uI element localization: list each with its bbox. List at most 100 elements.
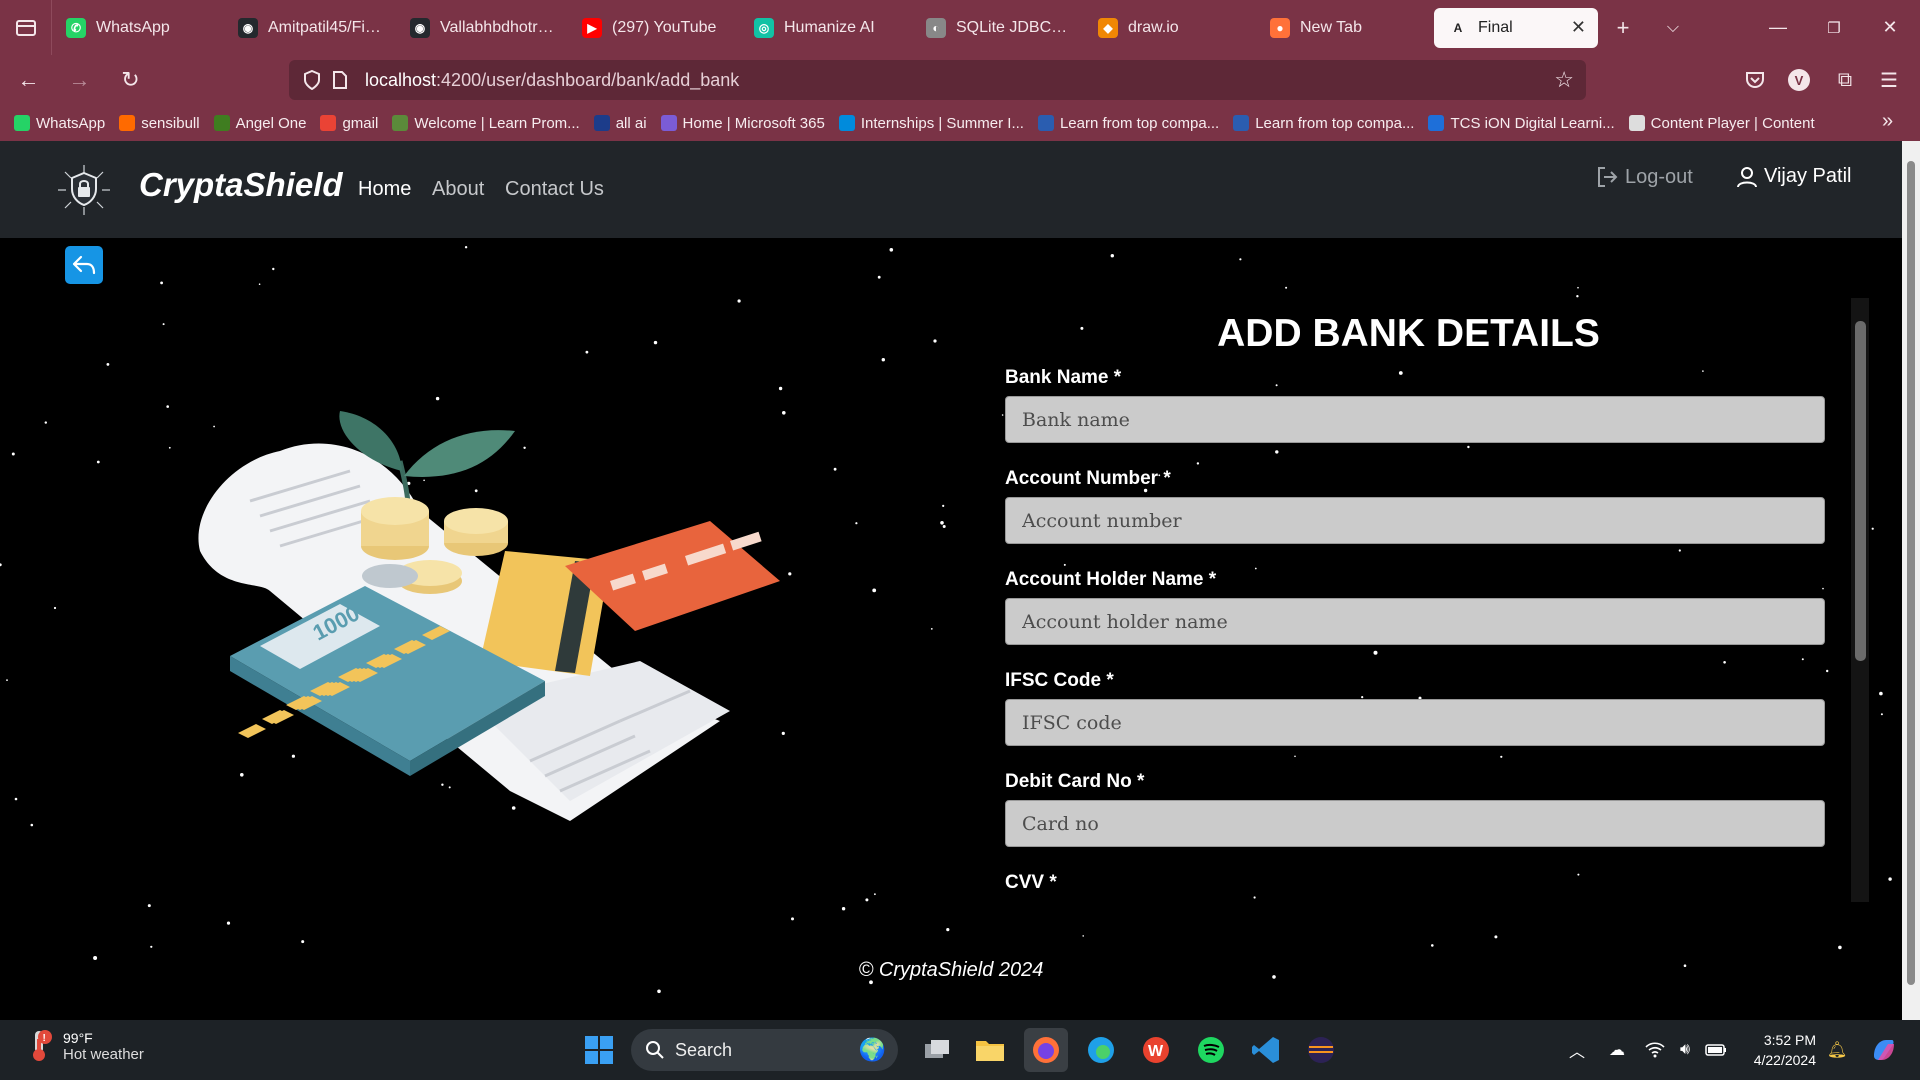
bookmark-item[interactable]: WhatsApp xyxy=(14,115,105,132)
bookmark-item[interactable]: TCS iON Digital Learni... xyxy=(1428,115,1615,132)
star xyxy=(889,248,894,252)
star xyxy=(1838,945,1842,950)
wps-office-icon[interactable]: W xyxy=(1134,1028,1178,1072)
browser-tab[interactable]: ◉ Vallabhbdhotre/F xyxy=(396,8,568,48)
browser-tab[interactable]: ● New Tab xyxy=(1256,8,1428,48)
extensions-icon[interactable]: ⧉ xyxy=(1823,55,1867,105)
browser-tab[interactable]: ◐ SQLite JDBC Drive xyxy=(912,8,1084,48)
page-scrollbar-thumb[interactable] xyxy=(1907,161,1915,985)
field-label: CVV * xyxy=(1005,872,1057,893)
form-input-field[interactable] xyxy=(1005,699,1825,746)
reply-arrow-icon xyxy=(72,255,96,275)
form-input-field[interactable] xyxy=(1005,800,1825,847)
vscode-icon[interactable] xyxy=(1244,1028,1288,1072)
bookmark-item[interactable]: Learn from top compa... xyxy=(1233,115,1414,132)
edge-icon[interactable] xyxy=(1079,1028,1123,1072)
task-view-icon[interactable] xyxy=(915,1028,959,1072)
star xyxy=(585,350,589,354)
close-tab-icon[interactable]: ✕ xyxy=(1571,17,1586,38)
onedrive-icon[interactable]: ☁ xyxy=(1602,1020,1632,1080)
browser-tab[interactable]: ◎ Humanize AI xyxy=(740,8,912,48)
copilot-icon[interactable] xyxy=(1866,1020,1902,1080)
battery-icon[interactable] xyxy=(1701,1020,1731,1080)
spotify-icon[interactable] xyxy=(1189,1028,1233,1072)
file-explorer-icon[interactable] xyxy=(968,1028,1012,1072)
bookmark-item[interactable]: Welcome | Learn Prom... xyxy=(392,115,580,132)
tab-list-button[interactable] xyxy=(0,0,52,55)
system-clock[interactable]: 3:52 PM 4/22/2024 xyxy=(1742,1030,1816,1070)
nav-home-link[interactable]: Home xyxy=(358,178,411,201)
bookmark-item[interactable]: Home | Microsoft 365 xyxy=(660,114,825,132)
close-window-button[interactable]: ✕ xyxy=(1862,0,1918,55)
pocket-icon[interactable] xyxy=(1733,55,1777,105)
weather-widget[interactable]: ! 99°F Hot weather xyxy=(25,1029,144,1063)
new-tab-button[interactable]: + xyxy=(1598,0,1648,55)
notification-bell-icon[interactable]: 🔔︎ xyxy=(1822,1020,1852,1080)
user-profile-button[interactable]: Vijay Patil xyxy=(1736,165,1851,188)
tab-list-icon xyxy=(15,19,36,36)
tab-label: (297) YouTube xyxy=(612,18,717,36)
minimize-button[interactable]: — xyxy=(1750,0,1806,55)
footer-copyright: © CryptaShield 2024 xyxy=(858,959,1044,981)
account-avatar-icon[interactable]: V xyxy=(1777,55,1821,105)
bookmark-favicon-icon xyxy=(1628,115,1645,131)
brand-name[interactable]: CryptaShield xyxy=(139,166,343,204)
restore-button[interactable]: ❐ xyxy=(1806,0,1862,55)
nav-about-link[interactable]: About xyxy=(432,178,484,201)
star xyxy=(881,358,885,362)
taskbar-search[interactable]: Search 🌍 xyxy=(631,1029,898,1071)
forward-icon[interactable]: → xyxy=(57,58,102,103)
form-input-field[interactable] xyxy=(1005,598,1825,645)
tab-label: draw.io xyxy=(1128,18,1179,36)
form-input-field[interactable] xyxy=(1005,396,1825,443)
bookmark-item[interactable]: all ai xyxy=(593,114,647,132)
bookmark-label: Home | Microsoft 365 xyxy=(682,114,825,132)
bookmark-item[interactable]: Angel One xyxy=(213,115,306,132)
form-scrollbar-thumb[interactable] xyxy=(1855,321,1866,661)
browser-tab-bar: ✆ WhatsApp ◉ Amitpatil45/Final ◉ Vallabhbdhot… xyxy=(0,0,1920,55)
bookmark-label: all ai xyxy=(615,114,647,132)
browser-tab[interactable]: ✆ WhatsApp xyxy=(52,8,224,48)
bookmark-item[interactable]: Learn from top compa... xyxy=(1037,115,1219,132)
tab-active[interactable]: A Final ✕ xyxy=(1434,7,1598,48)
star xyxy=(258,283,261,285)
tab-label: Amitpatil45/Final xyxy=(268,18,382,36)
more-bookmarks-chevron-icon[interactable]: » xyxy=(1882,110,1893,133)
bookmark-item[interactable]: Internships | Summer I... xyxy=(838,115,1024,132)
firefox-taskbar-icon[interactable] xyxy=(1024,1028,1068,1072)
logout-button[interactable]: Log-out xyxy=(1595,165,1693,189)
menu-hamburger-icon[interactable]: ☰ xyxy=(1867,55,1911,105)
bookmark-item[interactable]: sensibull xyxy=(119,115,200,132)
nav-contact-link[interactable]: Contact Us xyxy=(505,178,604,201)
bookmark-item[interactable]: Content Player | Content xyxy=(1628,114,1815,132)
tab-favicon-icon: ◐ xyxy=(926,17,946,38)
field-label: Account Holder Name * xyxy=(1005,569,1217,590)
windows-start-icon[interactable] xyxy=(577,1028,621,1072)
bookmark-label: Learn from top compa... xyxy=(1255,114,1415,132)
shield-icon[interactable] xyxy=(303,60,321,100)
bookmark-star-icon[interactable]: ☆ xyxy=(1554,60,1574,100)
form-input-field[interactable] xyxy=(1005,497,1825,544)
bookmark-favicon-icon xyxy=(320,115,337,131)
back-button[interactable] xyxy=(65,246,103,284)
back-icon[interactable]: ← xyxy=(6,58,51,103)
show-hidden-icons-chevron-icon[interactable]: ︿ xyxy=(1562,1020,1592,1080)
svg-text:W: W xyxy=(1148,1043,1164,1060)
browser-tab[interactable]: ▶ (297) YouTube xyxy=(568,8,740,48)
reload-icon[interactable]: ↻ xyxy=(108,58,153,103)
page-info-icon[interactable] xyxy=(333,60,347,100)
wifi-icon[interactable] xyxy=(1640,1020,1670,1080)
bookmark-favicon-icon xyxy=(119,115,136,131)
page-scrollbar[interactable] xyxy=(1902,141,1920,1020)
bookmark-item[interactable]: gmail xyxy=(320,115,378,132)
field-label: Debit Card No * xyxy=(1005,771,1145,792)
url-bar[interactable]: localhost:4200/user/dashboard/bank/add_b… xyxy=(289,60,1586,100)
browser-tab[interactable]: ◉ Amitpatil45/Final xyxy=(224,8,396,48)
list-all-tabs-chevron-icon[interactable]: ⌵ xyxy=(1648,0,1698,55)
bookmark-label: Content Player | Content xyxy=(1650,114,1815,132)
eclipse-icon[interactable] xyxy=(1299,1028,1343,1072)
star xyxy=(301,940,305,944)
volume-icon[interactable]: 🔊︎ xyxy=(1670,1020,1700,1080)
browser-tab[interactable]: ◆ draw.io xyxy=(1084,8,1256,48)
thermometer-icon: ! xyxy=(33,1030,52,1061)
